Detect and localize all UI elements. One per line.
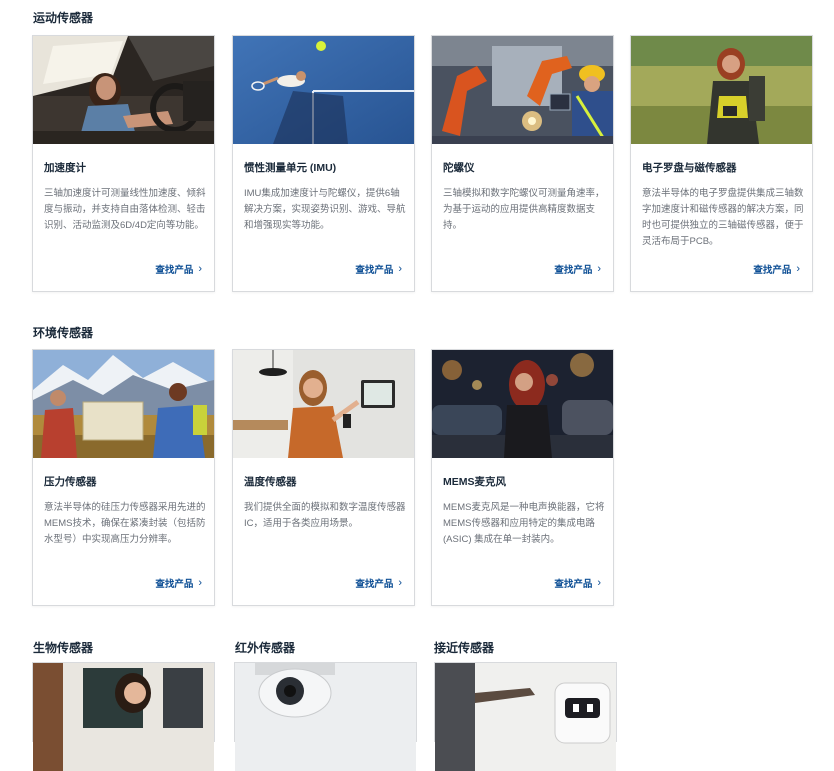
card-title: 电子罗盘与磁传感器 (642, 162, 737, 174)
find-products-label: 查找产品 (753, 265, 792, 276)
find-products-link[interactable]: 查找产品 › (355, 576, 402, 591)
find-products-label: 查找产品 (355, 579, 394, 590)
card-image-doctor (33, 663, 214, 771)
chevron-right-icon: › (198, 263, 202, 275)
product-card-accelerometer[interactable]: 加速度计 三轴加速度计可测量线性加速度、倾斜度与振动，并支持自由落体检测、轻击识… (32, 35, 215, 292)
card-description: 我们提供全面的模拟和数字温度传感器IC，适用于各类应用场景。 (244, 502, 406, 529)
find-products-link[interactable]: 查找产品 › (355, 262, 402, 277)
product-card-gyroscope[interactable]: 陀螺仪 三轴模拟和数字陀螺仪可测量角速率，为基于运动的应用提供高精度数据支持。 … (431, 35, 614, 292)
chevron-right-icon: › (398, 577, 402, 589)
card-title: MEMS麦克风 (443, 476, 506, 488)
card-image-night-street (432, 350, 613, 458)
find-products-label: 查找产品 (155, 265, 194, 276)
card-description: IMU集成加速度计与陀螺仪，提供6轴解决方案，实现姿势识别、游戏、导航和增强现实… (244, 188, 406, 231)
find-products-link[interactable]: 查找产品 › (554, 262, 601, 277)
card-title: 陀螺仪 (443, 162, 475, 174)
section-title-infrared: 红外传感器 (235, 641, 296, 655)
chevron-right-icon: › (198, 577, 202, 589)
chevron-right-icon: › (398, 263, 402, 275)
card-image-hiker (631, 36, 812, 144)
card-description: MEMS麦克风是一种电声换能器，它将MEMS传感器和应用特定的集成电路 (ASI… (443, 502, 605, 545)
card-title: 温度传感器 (244, 476, 297, 488)
section-title-environment: 环境传感器 (33, 326, 94, 340)
card-title: 压力传感器 (44, 476, 97, 488)
section-title-bio: 生物传感器 (33, 641, 94, 655)
card-title: 惯性测量单元 (IMU) (244, 162, 337, 174)
card-image-mountain-hikers (33, 350, 214, 458)
find-products-label: 查找产品 (554, 579, 593, 590)
chevron-right-icon: › (597, 577, 601, 589)
product-card-proximity[interactable] (434, 662, 617, 771)
product-card-pressure[interactable]: 压力传感器 意法半导体的硅压力传感器采用先进的MEMS技术，确保在紧凑封装（包括… (32, 349, 215, 606)
find-products-link[interactable]: 查找产品 › (155, 262, 202, 277)
card-description: 意法半导体的电子罗盘提供集成三轴数字加速度计和磁传感器的解决方案，同时也可提供独… (642, 188, 804, 247)
product-card-ecompass[interactable]: 电子罗盘与磁传感器 意法半导体的电子罗盘提供集成三轴数字加速度计和磁传感器的解决… (630, 35, 813, 292)
card-description: 意法半导体的硅压力传感器采用先进的MEMS技术，确保在紧凑封装（包括防水型号）中… (44, 502, 206, 545)
card-title: 加速度计 (44, 162, 86, 174)
product-card-imu[interactable]: 惯性测量单元 (IMU) IMU集成加速度计与陀螺仪，提供6轴解决方案，实现姿势… (232, 35, 415, 292)
card-image-security-camera (235, 663, 416, 771)
find-products-label: 查找产品 (554, 265, 593, 276)
card-image-tennis (233, 36, 414, 144)
find-products-link[interactable]: 查找产品 › (554, 576, 601, 591)
product-card-bio[interactable] (32, 662, 215, 771)
card-image-robot-factory (432, 36, 613, 144)
find-products-label: 查找产品 (355, 265, 394, 276)
chevron-right-icon: › (796, 263, 800, 275)
chevron-right-icon: › (597, 263, 601, 275)
section-title-proximity: 接近传感器 (434, 641, 495, 655)
card-image-robot (435, 663, 616, 771)
card-image-driver (33, 36, 214, 144)
product-card-temperature[interactable]: 温度传感器 我们提供全面的模拟和数字温度传感器IC，适用于各类应用场景。 查找产… (232, 349, 415, 606)
find-products-link[interactable]: 查找产品 › (753, 262, 800, 277)
product-card-mems-microphone[interactable]: MEMS麦克风 MEMS麦克风是一种电声换能器，它将MEMS传感器和应用特定的集… (431, 349, 614, 606)
find-products-link[interactable]: 查找产品 › (155, 576, 202, 591)
card-description: 三轴模拟和数字陀螺仪可测量角速率，为基于运动的应用提供高精度数据支持。 (443, 188, 605, 231)
card-image-smart-home (233, 350, 414, 458)
card-description: 三轴加速度计可测量线性加速度、倾斜度与振动，并支持自由落体检测、轻击识别、活动监… (44, 188, 206, 231)
product-card-infrared[interactable] (234, 662, 417, 771)
find-products-label: 查找产品 (155, 579, 194, 590)
section-title-motion: 运动传感器 (33, 11, 94, 25)
